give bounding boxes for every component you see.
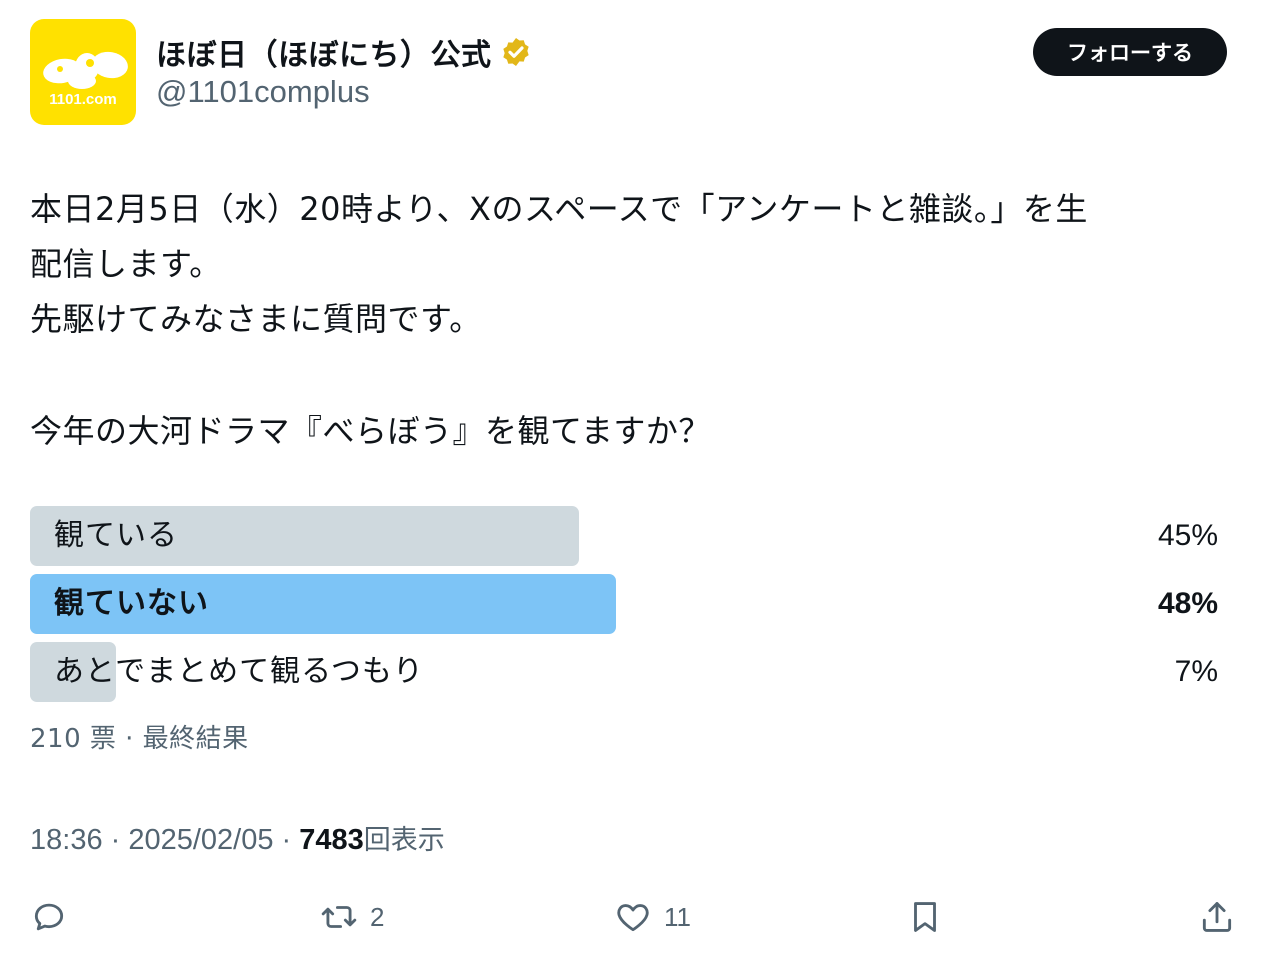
poll-option-label: あとでまとめて観るつもり xyxy=(54,654,424,689)
follow-button[interactable]: フォローする xyxy=(1033,28,1227,76)
poll-option: 観ていない 48% xyxy=(30,574,1220,634)
poll-option-percent: 48% xyxy=(1157,587,1218,620)
tweet-text-line: 先駆けてみなさまに質問です。 xyxy=(30,300,482,338)
tweet-text-line: 配信します。 xyxy=(30,245,222,283)
display-name[interactable]: ほぼ日（ほぼにち）公式 xyxy=(156,30,492,74)
bookmark-icon xyxy=(914,902,936,932)
poll-meta: 210 票 · 最終結果 xyxy=(30,724,249,754)
view-count-label: 回表示 xyxy=(363,825,445,856)
poll-option-label: 観ている xyxy=(54,518,178,553)
avatar-text: 1101.com xyxy=(49,91,117,108)
tweet-text-line: 本日2月5日（水）20時より、Xのスペースで「アンケートと雑談。」を生 xyxy=(30,190,1088,228)
retweet-button[interactable]: 2 xyxy=(320,890,384,944)
tweet-text: 本日2月5日（水）20時より、Xのスペースで「アンケートと雑談。」を生 配信しま… xyxy=(30,182,1230,347)
display-name-row: ほぼ日（ほぼにち）公式 xyxy=(156,30,532,74)
timestamp[interactable]: 18:36 · 2025/02/05 · xyxy=(30,824,299,856)
poll-option: 観ている 45% xyxy=(30,506,1220,566)
poll-option-percent: 45% xyxy=(1157,519,1218,552)
verified-badge-icon[interactable] xyxy=(500,36,532,68)
retweet-icon xyxy=(321,906,357,928)
retweet-count: 2 xyxy=(370,901,385,932)
handle[interactable]: @1101complus xyxy=(156,74,370,110)
action-bar: 2 11 xyxy=(0,890,1281,944)
like-icon xyxy=(617,904,649,932)
poll-option: あとでまとめて観るつもり 7% xyxy=(30,642,1220,702)
poll-question: 今年の大河ドラマ『べらぼう』を観てますか？ xyxy=(30,412,711,450)
reply-icon xyxy=(34,903,64,931)
share-button[interactable] xyxy=(1198,890,1236,944)
reply-button[interactable] xyxy=(30,890,80,944)
like-count: 11 xyxy=(664,901,691,932)
poll: 観ている 45% 観ていない 48% あとでまとめて観るつもり 7% xyxy=(30,506,1220,710)
view-count: 7483 xyxy=(299,824,364,856)
poll-option-label: 観ていない xyxy=(54,586,209,621)
hobonichi-logo-icon xyxy=(43,51,128,89)
share-icon xyxy=(1202,902,1232,932)
poll-option-percent: 7% xyxy=(1174,655,1218,688)
like-button[interactable]: 11 xyxy=(614,890,691,944)
timestamp-row: 18:36 · 2025/02/05 · 7483回表示 xyxy=(30,818,445,857)
bookmark-button[interactable] xyxy=(906,890,944,944)
tweet: 1101.com ほぼ日（ほぼにち）公式 @1101complus フォローする… xyxy=(0,0,1281,959)
avatar[interactable]: 1101.com xyxy=(30,19,136,125)
